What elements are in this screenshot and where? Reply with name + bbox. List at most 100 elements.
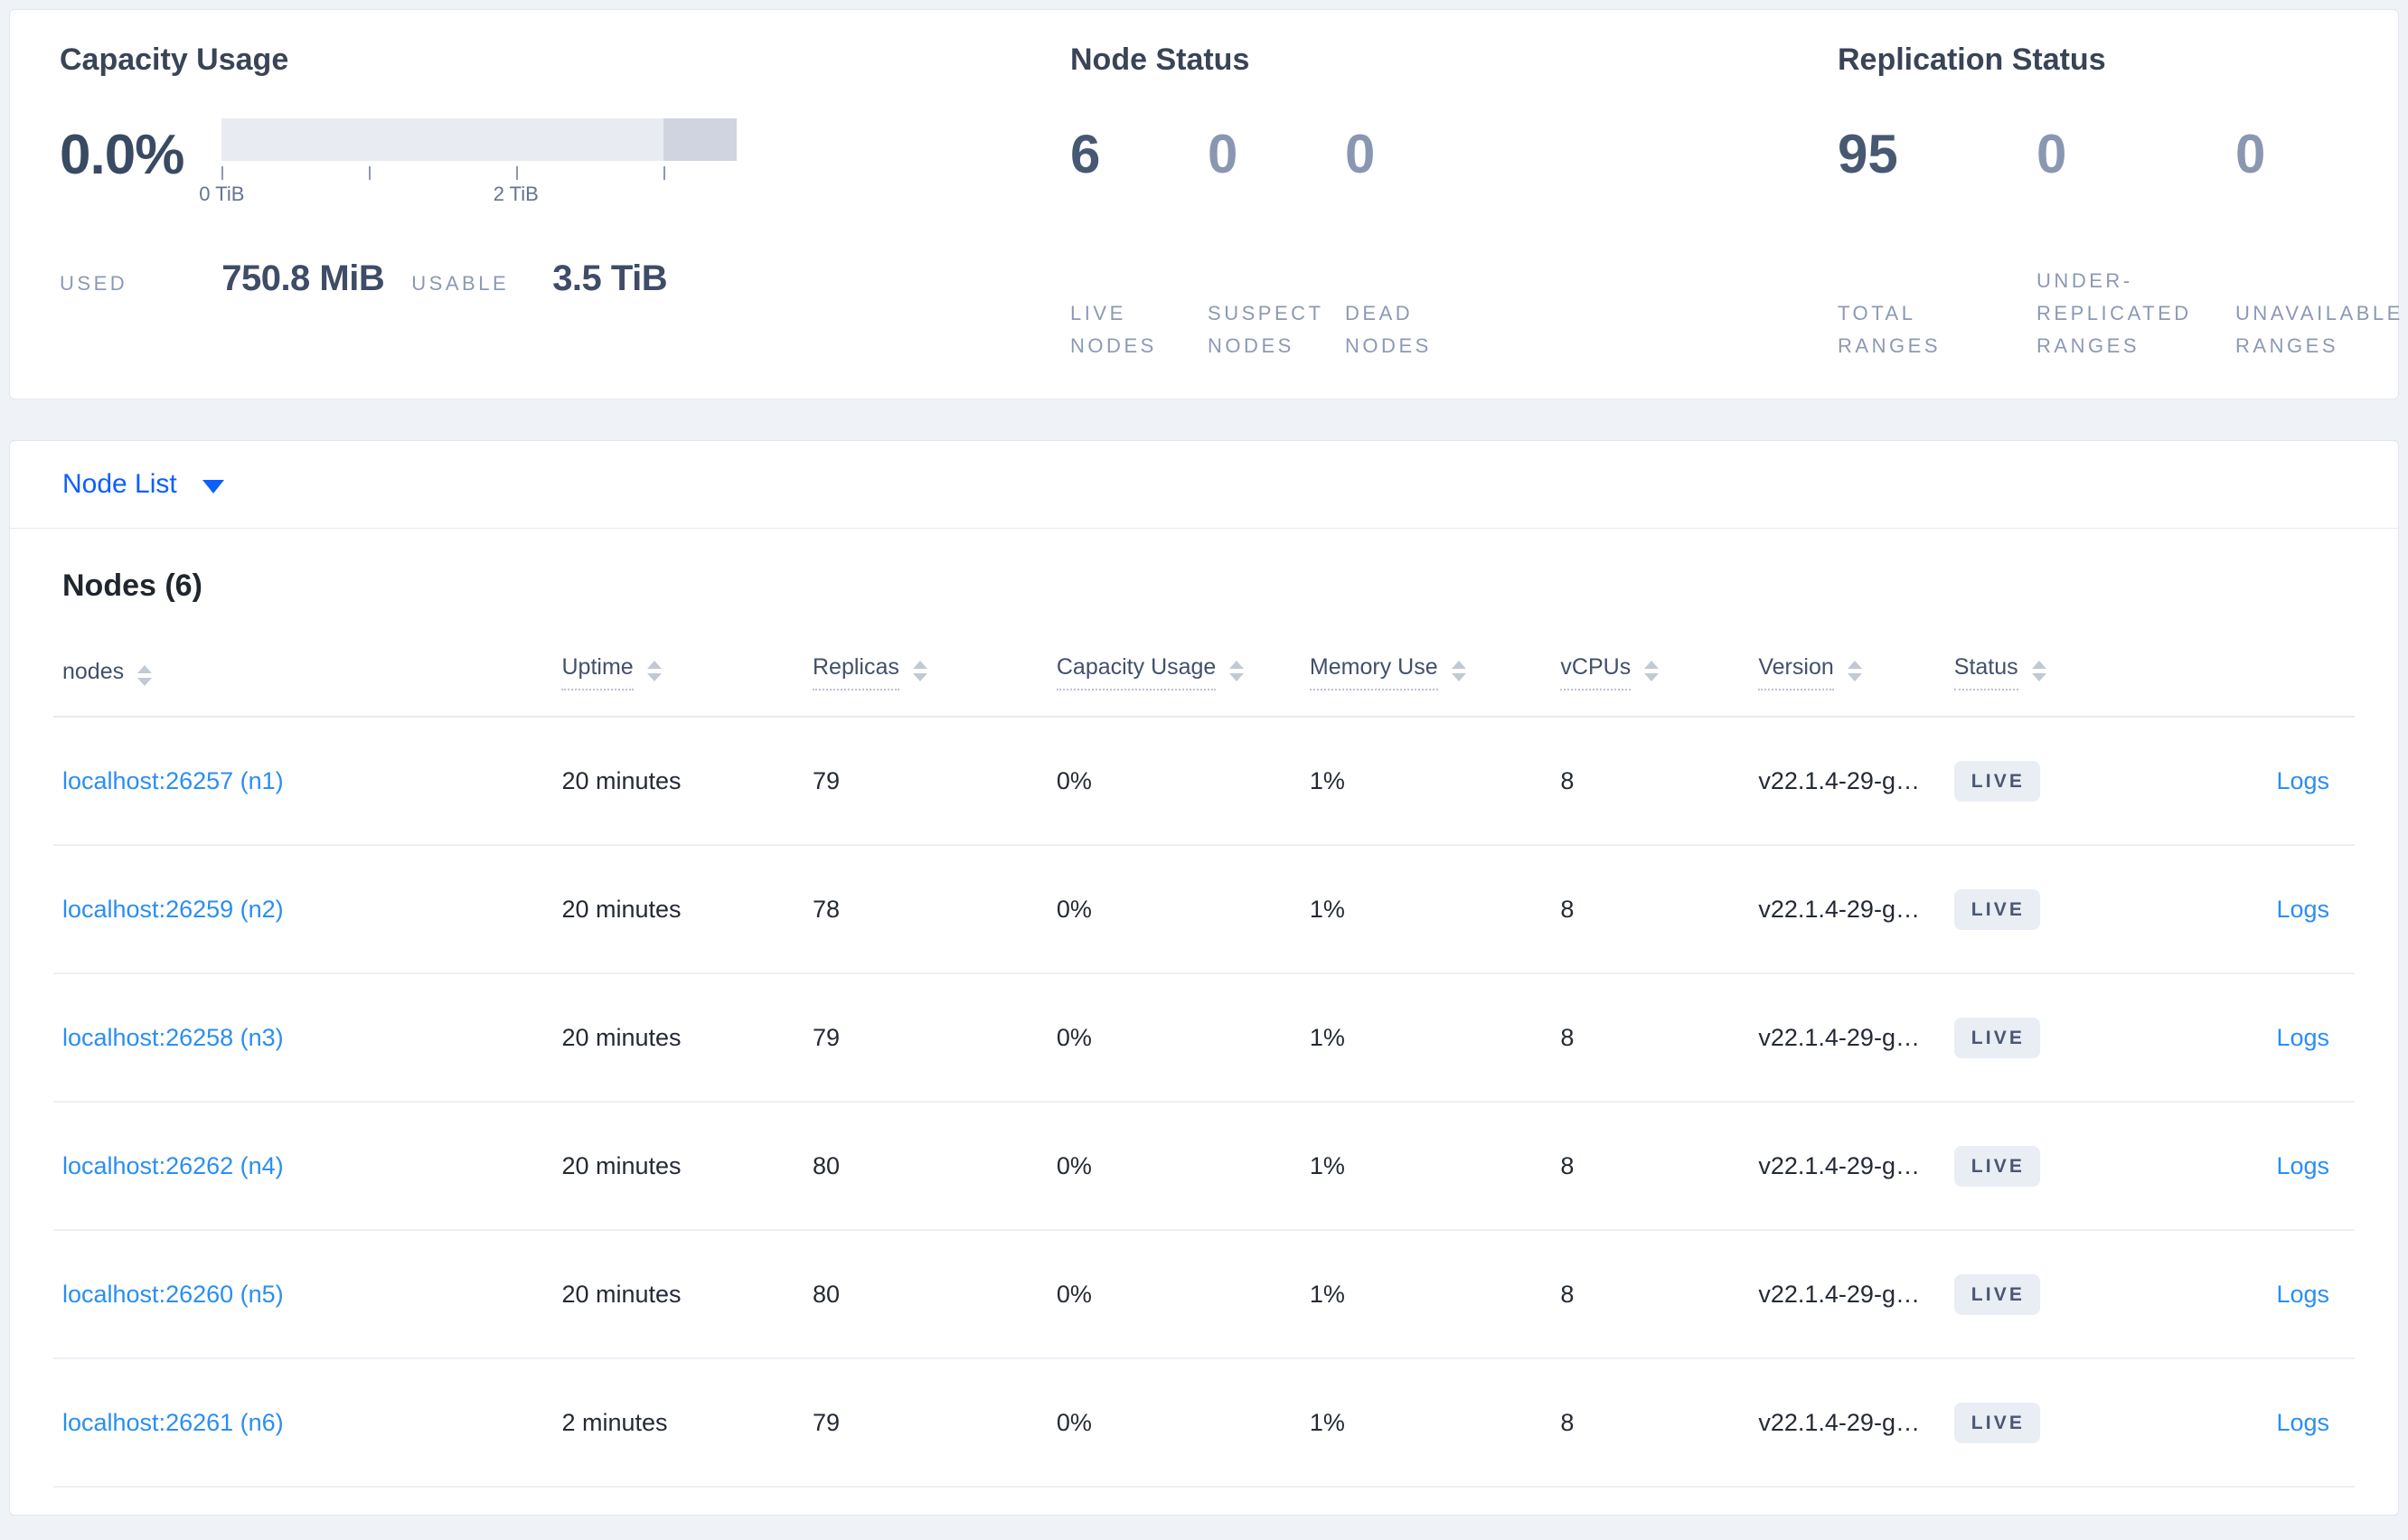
node-list-dropdown[interactable]: Node List — [10, 441, 2398, 529]
table-row: localhost:26257 (n1) 20 minutes 79 0% 1%… — [53, 717, 2355, 846]
vcpus-cell: 8 — [1551, 1358, 1750, 1488]
logs-link[interactable]: Logs — [2276, 896, 2329, 923]
sort-icon[interactable] — [1847, 661, 1862, 681]
column-header[interactable]: Capacity Usage — [1047, 627, 1301, 718]
node-link[interactable]: localhost:26257 (n1) — [62, 767, 284, 794]
status-badge: LIVE — [1953, 1273, 2041, 1315]
node-status-title: Node Status — [1070, 42, 1250, 77]
sort-icon[interactable] — [912, 661, 927, 681]
table-row: localhost:26262 (n4) 20 minutes 80 0% 1%… — [53, 1102, 2355, 1231]
table-row: localhost:26260 (n5) 20 minutes 80 0% 1%… — [53, 1230, 2355, 1359]
status-badge: LIVE — [1953, 888, 2041, 930]
sort-icon[interactable] — [1644, 661, 1660, 681]
logs-link[interactable]: Logs — [2276, 767, 2329, 794]
sort-icon[interactable] — [1229, 661, 1245, 681]
capacity-used-percent: 0.0% — [60, 124, 184, 186]
vcpus-cell: 8 — [1551, 1230, 1750, 1359]
column-header-label: Version — [1758, 654, 1834, 690]
axis-tick-label: 0 TiB — [199, 183, 245, 205]
node-link[interactable]: localhost:26262 (n4) — [62, 1152, 284, 1179]
stat-label: DEAD NODES — [1345, 302, 1432, 357]
stat-value: 6 — [1070, 124, 1101, 184]
column-header[interactable] — [2170, 627, 2355, 718]
node-status-stat: 0 DEAD NODES — [1345, 117, 1482, 362]
sort-icon[interactable] — [2031, 661, 2046, 681]
replication-stat: 95 TOTAL RANGES — [1838, 117, 2018, 362]
stat-value: 95 — [1838, 124, 1898, 184]
column-header[interactable]: vCPUs — [1551, 627, 1750, 718]
replicas-cell: 79 — [803, 1358, 1048, 1488]
used-value: 750.8 MiB — [221, 258, 385, 298]
sort-icon[interactable] — [646, 661, 662, 681]
vcpus-cell: 8 — [1551, 973, 1750, 1103]
column-header[interactable]: nodes — [53, 627, 553, 718]
uptime-cell: 20 minutes — [552, 845, 804, 974]
uptime-cell: 20 minutes — [552, 1230, 804, 1359]
sort-icon[interactable] — [1451, 661, 1466, 681]
column-header-label: Memory Use — [1309, 654, 1438, 690]
table-row: localhost:26258 (n3) 20 minutes 79 0% 1%… — [53, 973, 2355, 1103]
version-cell: v22.1.4-29-g… — [1749, 845, 1945, 974]
vcpus-cell: 8 — [1551, 717, 1750, 846]
stat-label: SUSPECT NODES — [1208, 302, 1324, 357]
logs-link[interactable]: Logs — [2276, 1152, 2329, 1179]
uptime-cell: 20 minutes — [552, 973, 804, 1103]
column-header[interactable]: Uptime — [552, 627, 804, 718]
chevron-down-icon — [202, 479, 224, 493]
capacity-usage-cell: 0% — [1047, 1230, 1301, 1359]
node-link[interactable]: localhost:26261 (n6) — [62, 1409, 284, 1436]
column-header-label: Replicas — [812, 654, 899, 690]
replication-status-title: Replication Status — [1838, 42, 2106, 77]
stat-value: 0 — [2235, 124, 2266, 184]
capacity-bar-chart: 0 TiB 2 TiB — [199, 118, 738, 208]
nodes-heading: Nodes (6) — [62, 568, 202, 603]
column-header[interactable]: Status — [1944, 627, 2171, 718]
node-status-stat: 6 LIVE NODES — [1070, 117, 1208, 362]
capacity-bar-cap — [663, 118, 738, 161]
stat-value: 0 — [1345, 124, 1376, 184]
axis-tick — [663, 166, 665, 180]
sort-icon[interactable] — [137, 665, 153, 686]
used-label: USED — [60, 272, 128, 295]
column-header[interactable]: Replicas — [803, 627, 1048, 718]
logs-link[interactable]: Logs — [2276, 1024, 2329, 1051]
capacity-meta: USED 750.8 MiB USABLE 3.5 TiB — [60, 258, 1070, 299]
table-row: localhost:26259 (n2) 20 minutes 78 0% 1%… — [53, 845, 2355, 974]
replicas-cell: 80 — [803, 1230, 1048, 1359]
logs-link[interactable]: Logs — [2276, 1281, 2329, 1308]
cluster-summary-panel: Capacity Usage 0.0% 0 TiB 2 TiB USED 750.… — [9, 9, 2400, 399]
capacity-usage-cell: 0% — [1047, 717, 1301, 846]
stat-label: UNDER-REPLICATED RANGES — [2036, 269, 2192, 357]
column-header-label: Uptime — [561, 654, 634, 690]
memory-use-cell: 1% — [1300, 717, 1552, 846]
memory-use-cell: 1% — [1300, 1102, 1552, 1231]
memory-use-cell: 1% — [1300, 1230, 1552, 1359]
table-row: localhost:26261 (n6) 2 minutes 79 0% 1% … — [53, 1358, 2355, 1488]
capacity-usage-cell: 0% — [1047, 1358, 1301, 1488]
stat-value: 0 — [1208, 124, 1238, 184]
version-cell: v22.1.4-29-g… — [1749, 1102, 1945, 1231]
node-link[interactable]: localhost:26258 (n3) — [62, 1024, 284, 1051]
node-link[interactable]: localhost:26260 (n5) — [62, 1281, 284, 1308]
status-badge: LIVE — [1953, 1017, 2041, 1058]
capacity-usage-title: Capacity Usage — [60, 42, 289, 77]
usable-value: 3.5 TiB — [552, 258, 668, 298]
column-header[interactable]: Version — [1749, 627, 1945, 718]
column-header[interactable]: Memory Use — [1300, 627, 1552, 718]
stat-value: 0 — [2036, 124, 2067, 184]
vcpus-cell: 8 — [1551, 845, 1750, 974]
column-header-label: nodes — [62, 659, 125, 684]
axis-tick — [221, 166, 224, 180]
replication-status-section: Replication Status 95 TOTAL RANGES 0 UND… — [1838, 41, 2408, 362]
node-link[interactable]: localhost:26259 (n2) — [62, 896, 284, 923]
status-badge: LIVE — [1953, 1145, 2041, 1187]
vcpus-cell: 8 — [1551, 1102, 1750, 1231]
axis-tick-label: 2 TiB — [493, 183, 539, 205]
version-cell: v22.1.4-29-g… — [1749, 1358, 1945, 1488]
logs-link[interactable]: Logs — [2276, 1409, 2329, 1436]
node-list-dropdown-label: Node List — [62, 469, 177, 499]
status-badge: LIVE — [1953, 760, 2041, 802]
uptime-cell: 20 minutes — [552, 1102, 804, 1231]
stat-label: LIVE NODES — [1070, 302, 1157, 357]
replicas-cell: 80 — [803, 1102, 1048, 1231]
